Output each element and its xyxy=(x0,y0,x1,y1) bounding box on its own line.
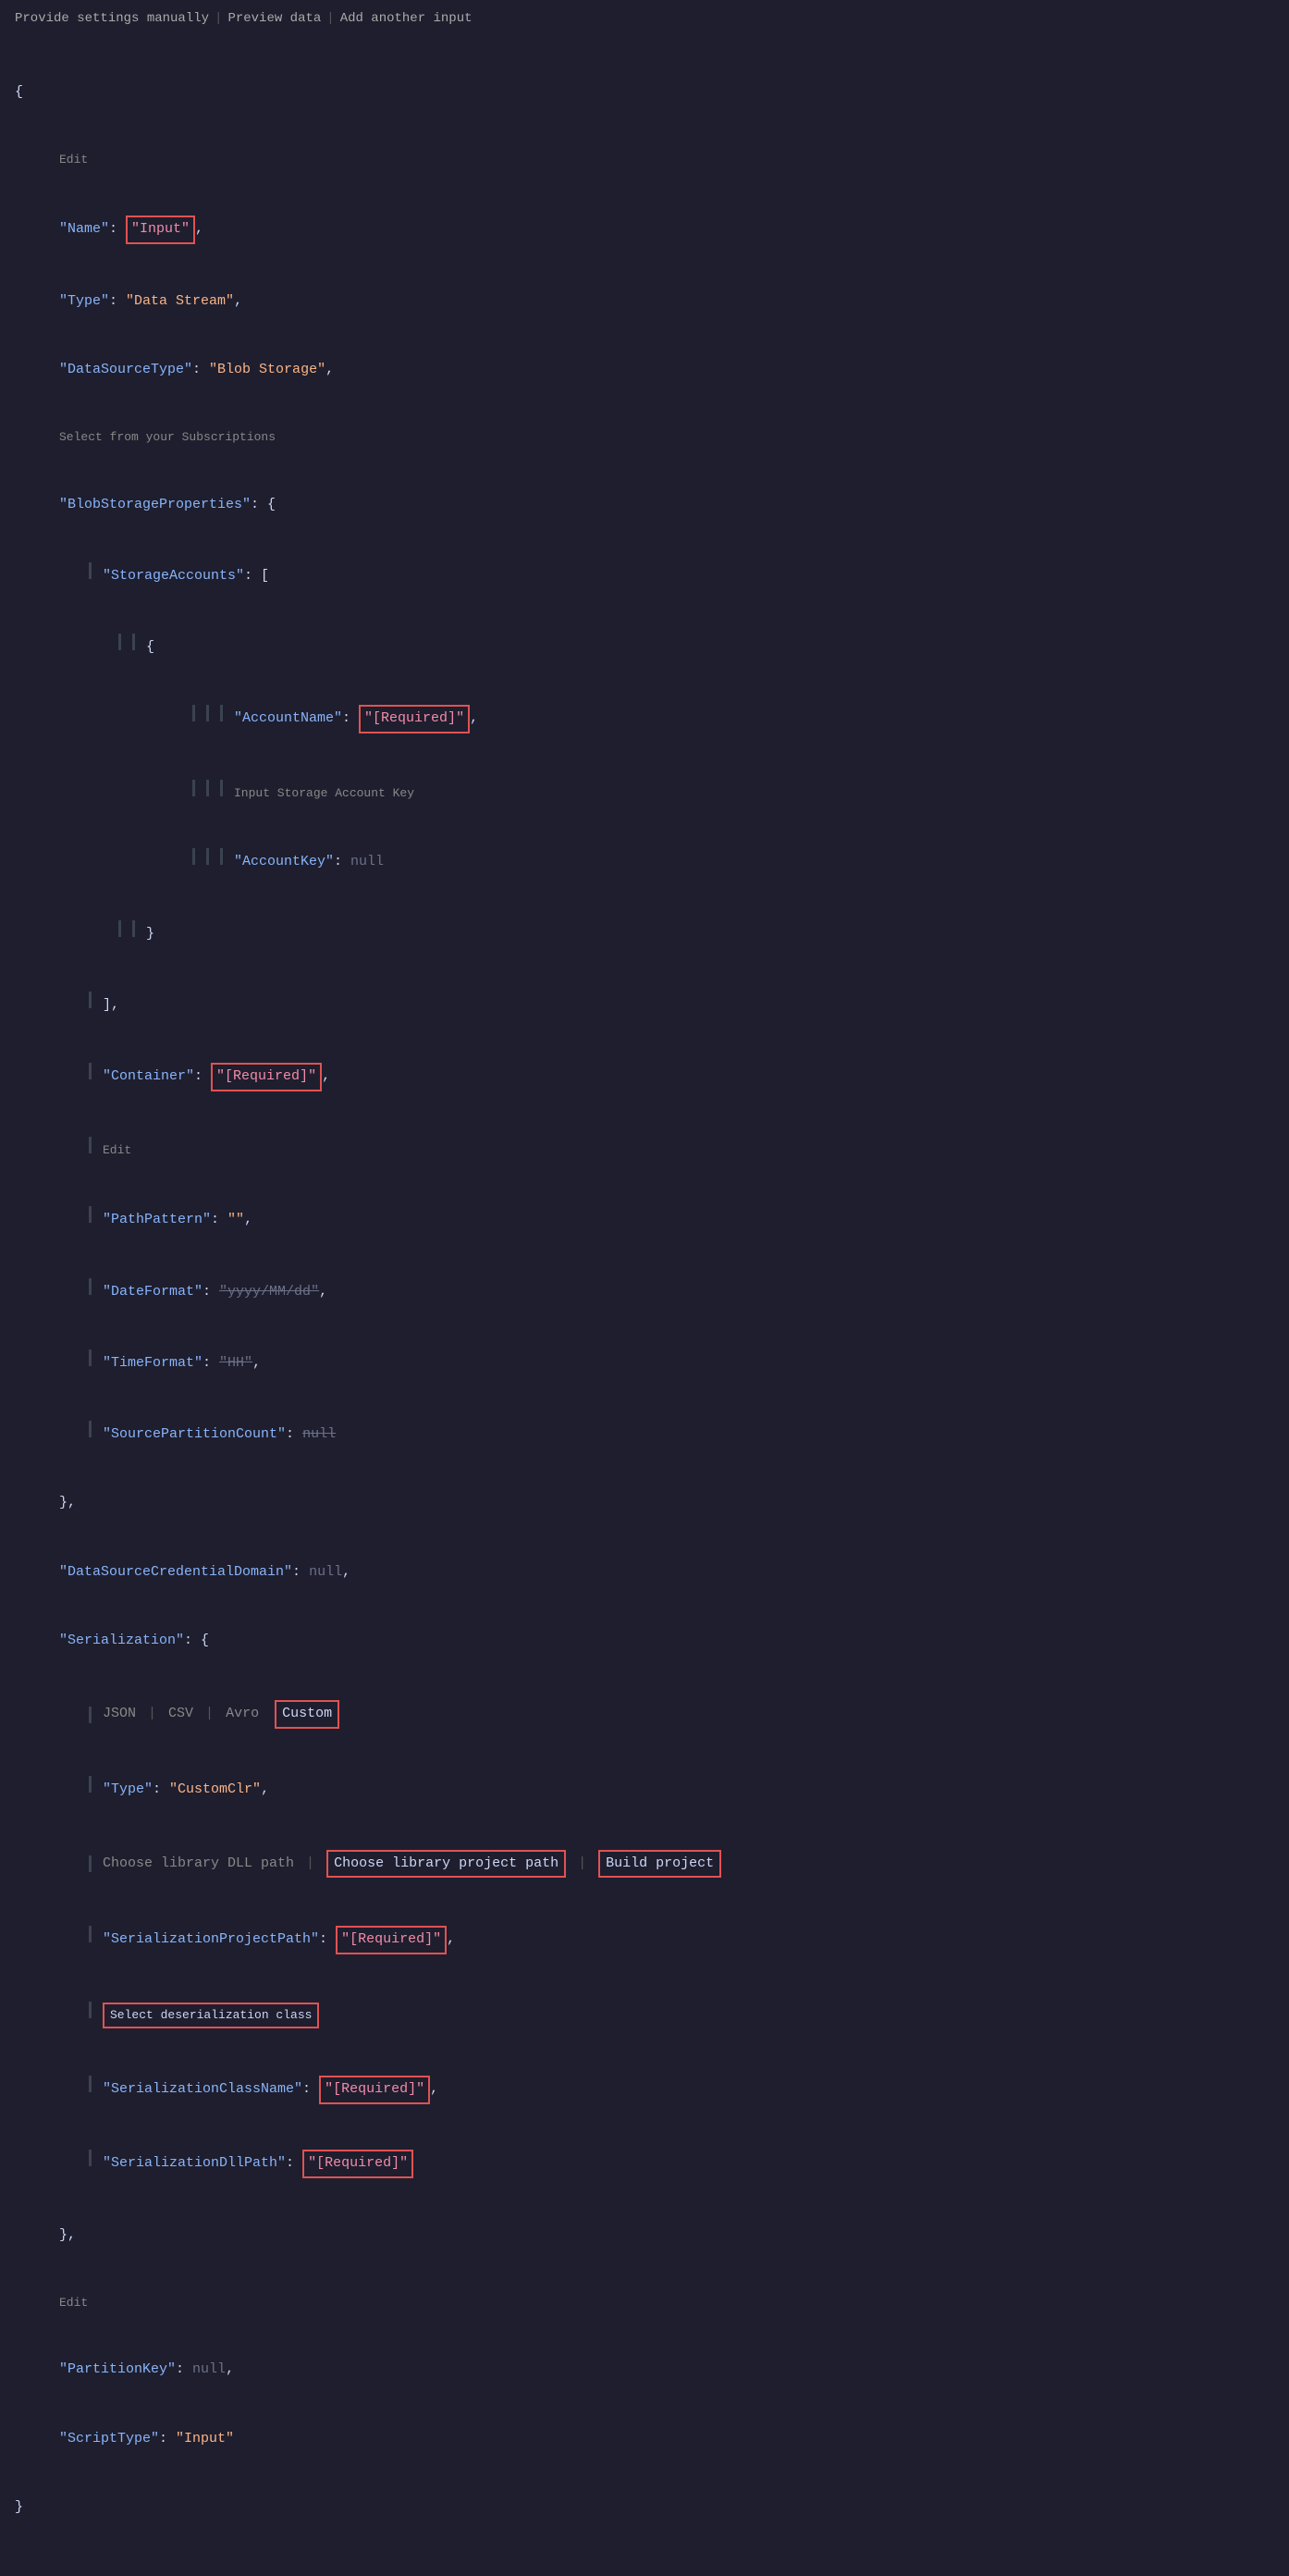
edit-label-2[interactable]: Edit xyxy=(103,1140,131,1160)
path-pattern-value: "" xyxy=(227,1209,244,1232)
serialization-dll-path-required[interactable]: "[Required]" xyxy=(302,2150,413,2178)
type-value: "Data Stream" xyxy=(126,290,234,314)
serialization-dll-path-key: "SerializationDllPath" xyxy=(103,2152,286,2175)
tab-avro[interactable]: Avro xyxy=(226,1703,259,1726)
choose-lib-project-link[interactable]: Choose library project path xyxy=(326,1850,566,1879)
edit-label-3[interactable]: Edit xyxy=(59,2293,88,2312)
account-key-value: null xyxy=(350,851,384,874)
date-format-key: "DateFormat" xyxy=(103,1281,203,1304)
name-key: "Name" xyxy=(59,218,109,241)
type-value-2: "CustomClr" xyxy=(169,1779,261,1802)
serialization-project-path-key: "SerializationProjectPath" xyxy=(103,1929,319,1952)
serialization-key: "Serialization" xyxy=(59,1630,184,1653)
date-format-value: "yyyy/MM/dd" xyxy=(219,1281,319,1304)
time-format-key: "TimeFormat" xyxy=(103,1352,203,1375)
sep1: | xyxy=(215,11,222,26)
code-editor: { Edit "Name" : "Input" , "Type" : "Data… xyxy=(15,35,1274,2565)
account-name-key: "AccountName" xyxy=(234,708,342,731)
close-brace: } xyxy=(15,2496,23,2520)
datasource-cred-value: null xyxy=(309,1561,342,1584)
partition-key-key: "PartitionKey" xyxy=(59,2359,176,2382)
blob-storage-key: "BlobStorageProperties" xyxy=(59,494,251,517)
path-pattern-key: "PathPattern" xyxy=(103,1209,211,1232)
source-partition-value: null xyxy=(302,1424,336,1447)
account-name-required[interactable]: "[Required]" xyxy=(359,705,470,733)
serialization-project-path-required[interactable]: "[Required]" xyxy=(336,1926,447,1954)
storage-accounts-key: "StorageAccounts" xyxy=(103,565,244,588)
top-bar: Provide settings manually | Preview data… xyxy=(15,11,1274,26)
select-subscriptions-label[interactable]: Select from your Subscriptions xyxy=(59,427,276,447)
tab-json[interactable]: JSON xyxy=(103,1703,136,1726)
tab-csv[interactable]: CSV xyxy=(168,1703,193,1726)
sep2: | xyxy=(326,11,334,26)
input-storage-label: Input Storage Account Key xyxy=(234,783,414,803)
edit-label-1[interactable]: Edit xyxy=(59,150,88,169)
choose-lib-dll-link[interactable]: Choose library DLL path xyxy=(103,1853,294,1876)
datasource-type-key: "DataSourceType" xyxy=(59,359,192,382)
name-value[interactable]: "Input" xyxy=(126,216,195,244)
script-type-key: "ScriptType" xyxy=(59,2428,159,2451)
container-required[interactable]: "[Required]" xyxy=(211,1063,322,1091)
datasource-cred-key: "DataSourceCredentialDomain" xyxy=(59,1561,292,1584)
serialization-class-name-required[interactable]: "[Required]" xyxy=(319,2076,430,2104)
script-type-value: "Input" xyxy=(176,2428,234,2451)
source-partition-key: "SourcePartitionCount" xyxy=(103,1424,286,1447)
build-project-link[interactable]: Build project xyxy=(598,1850,721,1879)
preview-data-link[interactable]: Preview data xyxy=(227,11,321,26)
type-key: "Type" xyxy=(59,290,109,314)
time-format-value: "HH" xyxy=(219,1352,252,1375)
provide-settings-link[interactable]: Provide settings manually xyxy=(15,11,209,26)
type-key-2: "Type" xyxy=(103,1779,153,1802)
tab-custom[interactable]: Custom xyxy=(275,1700,339,1729)
open-brace: { xyxy=(15,81,23,105)
container-key: "Container" xyxy=(103,1066,194,1089)
serialization-class-name-key: "SerializationClassName" xyxy=(103,2078,302,2101)
select-deserialization-class-button[interactable]: Select deserialization class xyxy=(103,2003,319,2028)
partition-key-value: null xyxy=(192,2359,226,2382)
add-another-input-link[interactable]: Add another input xyxy=(340,11,473,26)
datasource-type-value: "Blob Storage" xyxy=(209,359,325,382)
account-key-key: "AccountKey" xyxy=(234,851,334,874)
